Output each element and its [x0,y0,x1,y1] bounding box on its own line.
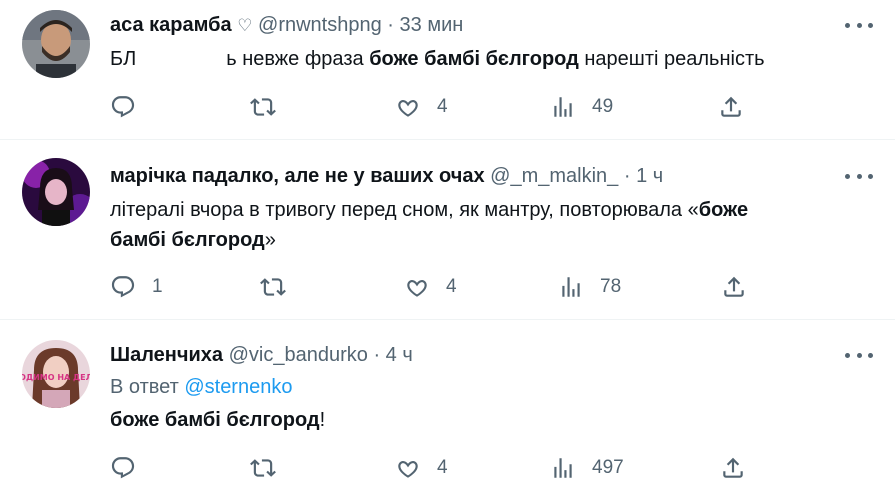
more-icon[interactable] [845,345,873,365]
tweet-3[interactable]: ХОДИМО НА ДЕЛО Шаленчиха @vic_bandurko ·… [0,320,895,504]
text-fragment: літералі вчора в тривогу перед сном, як … [110,199,699,221]
more-icon[interactable] [845,166,873,186]
action-bar: 4 49 [110,92,750,122]
reply-button[interactable] [110,453,152,483]
share-icon [721,96,741,117]
author-name[interactable]: аса карамба [110,14,232,36]
share-button[interactable] [721,272,747,302]
text-bold: боже бамбі бєлгород [110,409,320,431]
reply-button[interactable]: 1 [110,272,163,302]
text-fragment: ь невже фраза [226,48,370,70]
retweet-icon [250,98,276,116]
timestamp[interactable]: 1 ч [636,165,663,187]
avatar-caption: ХОДИМО НА ДЕЛО [22,373,90,382]
share-button[interactable] [718,92,744,122]
avatar[interactable] [22,10,90,78]
retweet-icon [260,278,286,296]
text-fragment: » [264,229,276,251]
text-bold: бамбі бєлгород [110,229,265,251]
more-icon[interactable] [845,15,873,35]
views-icon [562,277,580,297]
tweet-2[interactable]: марічка падалко, але не у ваших очах @_m… [0,140,895,320]
views-icon [554,97,572,117]
reply-prefix: В ответ [110,376,185,398]
reply-icon [111,457,135,479]
retweet-button[interactable] [250,453,292,483]
name-heart-mark: ♡ [237,16,253,35]
timestamp[interactable]: 33 мин [400,14,464,36]
action-bar: 4 497 [110,453,750,483]
text-fragment: ! [319,409,326,431]
views-count: 78 [600,276,622,297]
like-button[interactable]: 4 [395,453,448,483]
tweet-text: літералі вчора в тривогу перед сном, як … [110,195,748,255]
tweet-text: боже бамбі бєлгород! [110,405,325,435]
author-handle[interactable]: @vic_bandurko [229,344,368,366]
separator: · [387,14,394,36]
like-count: 4 [437,457,448,478]
author-name[interactable]: марічка падалко, але не у ваших очах [110,165,485,187]
like-icon [407,279,427,297]
timestamp[interactable]: 4 ч [386,344,413,366]
text-fragment: БЛ [110,48,137,70]
like-button[interactable]: 4 [404,272,457,302]
avatar[interactable]: ХОДИМО НА ДЕЛО [22,340,90,408]
like-icon [398,460,418,478]
like-count: 4 [446,276,457,297]
text-fragment: нарешті реальність [578,48,765,70]
views-button[interactable]: 497 [550,453,624,483]
retweet-button[interactable] [260,272,302,302]
tweet-header: марічка падалко, але не у ваших очах @_m… [110,164,663,188]
views-icon [554,458,572,478]
like-count: 4 [437,96,448,117]
reply-context: В ответ @sternenko [110,372,292,402]
avatar[interactable] [22,158,90,226]
author-name[interactable]: Шаленчиха [110,344,223,366]
share-icon [723,457,743,478]
reply-count: 1 [152,276,163,297]
tweet-1[interactable]: аса карамба ♡ @rnwntshpng · 33 мин БЛ ь н… [0,0,895,140]
views-button[interactable]: 49 [550,92,613,122]
views-button[interactable]: 78 [558,272,621,302]
reply-icon [111,96,135,118]
retweet-button[interactable] [250,92,292,122]
reply-button[interactable] [110,92,152,122]
action-bar: 1 4 78 [110,272,750,302]
tweet-header: аса карамба ♡ @rnwntshpng · 33 мин [110,13,463,38]
share-button[interactable] [720,453,746,483]
author-handle[interactable]: @rnwntshpng [258,14,382,36]
reply-icon [111,276,135,298]
separator: · [373,344,381,366]
retweet-icon [250,459,276,477]
author-handle[interactable]: @_m_malkin_ [490,165,618,187]
reply-to-link[interactable]: @sternenko [184,376,292,398]
share-icon [724,276,744,297]
text-bold: боже [698,199,749,221]
tweet-header: Шаленчиха @vic_bandurko · 4 ч [110,343,413,367]
views-count: 497 [592,457,624,478]
like-icon [398,99,418,117]
like-button[interactable]: 4 [395,92,448,122]
separator: · [623,165,631,187]
tweet-text: БЛ ь невже фраза боже бамбі бєлгород наре… [110,44,765,74]
text-bold: боже бамбі бєлгород [369,48,579,70]
views-count: 49 [592,96,614,117]
